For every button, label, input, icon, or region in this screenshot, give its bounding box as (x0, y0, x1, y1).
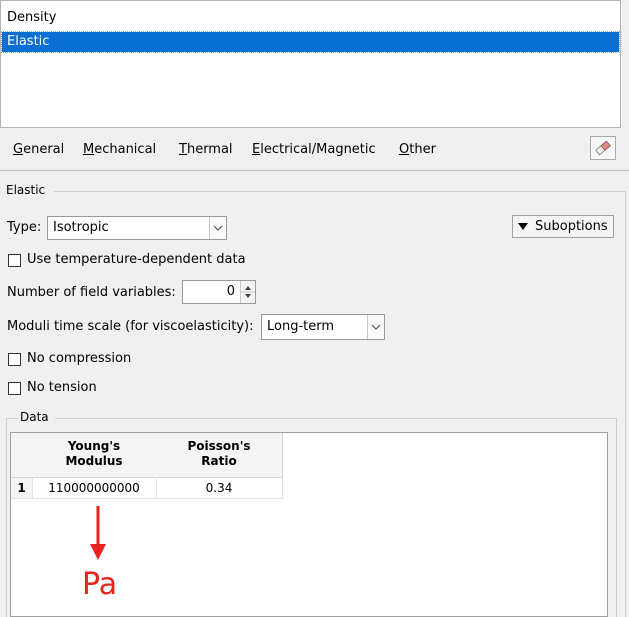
data-group-border-left-top (6, 418, 18, 419)
section-divider (0, 170, 629, 171)
menu-mechanical-label: echanical (94, 142, 157, 157)
temperature-dependent-label: Use temperature-dependent data (27, 252, 246, 267)
material-behaviors-list[interactable]: Density Elastic (0, 0, 621, 128)
elastic-group-border-right (625, 191, 626, 617)
suboptions-label: Suboptions (535, 219, 608, 234)
type-label: Type: (7, 220, 42, 235)
column-header-poissons-ratio[interactable]: Poisson's Ratio (156, 433, 283, 478)
row-header: 1 (11, 478, 33, 499)
column-header-line: Modulus (65, 454, 123, 468)
chevron-down-icon (209, 217, 226, 239)
suboptions-button[interactable]: Suboptions (512, 215, 614, 238)
menu-other[interactable]: Other (399, 142, 436, 157)
elastic-group-border (54, 191, 625, 192)
column-header-line: Young's (67, 439, 121, 453)
triangle-down-icon (518, 223, 528, 230)
field-variables-label: Number of field variables: (7, 285, 176, 300)
type-combo[interactable]: Isotropic (47, 216, 227, 240)
field-variables-value: 0 (226, 284, 235, 299)
annotation-unit-label: Pa (82, 567, 118, 602)
temperature-dependent-checkbox[interactable] (8, 254, 21, 267)
menu-thermal-label: hermal (186, 142, 233, 157)
behavior-item-elastic[interactable]: Elastic (1, 31, 620, 53)
no-compression-checkbox[interactable] (8, 353, 21, 366)
menu-general[interactable]: General (13, 142, 64, 157)
column-header-line: Ratio (201, 454, 237, 468)
clear-button[interactable] (590, 136, 616, 160)
chevron-down-icon (367, 315, 384, 339)
data-group-title: Data (20, 410, 49, 424)
menu-other-mnemonic: O (399, 142, 410, 157)
menu-thermal-mnemonic: T (179, 142, 187, 157)
eraser-icon (595, 140, 611, 156)
moduli-combo-value: Long-term (267, 319, 335, 334)
moduli-time-scale-label: Moduli time scale (for viscoelasticity): (7, 319, 254, 334)
column-header-youngs-modulus[interactable]: Young's Modulus (32, 433, 157, 478)
menu-mechanical[interactable]: Mechanical (83, 142, 156, 157)
elastic-group-title: Elastic (6, 183, 46, 197)
table-cell-poissons-ratio[interactable]: 0.34 (156, 478, 283, 499)
menu-general-label: eneral (23, 142, 65, 157)
type-combo-value: Isotropic (53, 220, 109, 235)
annotation-arrow-icon (90, 506, 106, 560)
spinner-icon[interactable] (240, 281, 255, 303)
table-cell-youngs-modulus[interactable]: 110000000000 (32, 478, 157, 499)
data-group-border (55, 418, 617, 419)
menu-mechanical-mnemonic: M (83, 142, 95, 157)
moduli-time-scale-combo[interactable]: Long-term (261, 314, 385, 340)
behavior-item-density[interactable]: Density (2, 8, 619, 28)
column-header-line: Poisson's (187, 439, 251, 453)
menu-thermal[interactable]: Thermal (179, 142, 233, 157)
data-group-border-left (6, 418, 7, 617)
field-variables-spinbox[interactable]: 0 (182, 280, 256, 304)
menu-electrical-magnetic[interactable]: Electrical/Magnetic (252, 142, 376, 157)
menu-electrical-label: lectrical/Magnetic (260, 142, 376, 157)
data-group-border-right (616, 418, 617, 617)
menu-other-label: ther (409, 142, 436, 157)
menu-electrical-mnemonic: E (252, 142, 261, 157)
no-compression-label: No compression (27, 351, 132, 366)
no-tension-label: No tension (27, 380, 97, 395)
no-tension-checkbox[interactable] (8, 382, 21, 395)
table-corner-header (11, 433, 33, 478)
menu-general-mnemonic: G (13, 142, 24, 157)
